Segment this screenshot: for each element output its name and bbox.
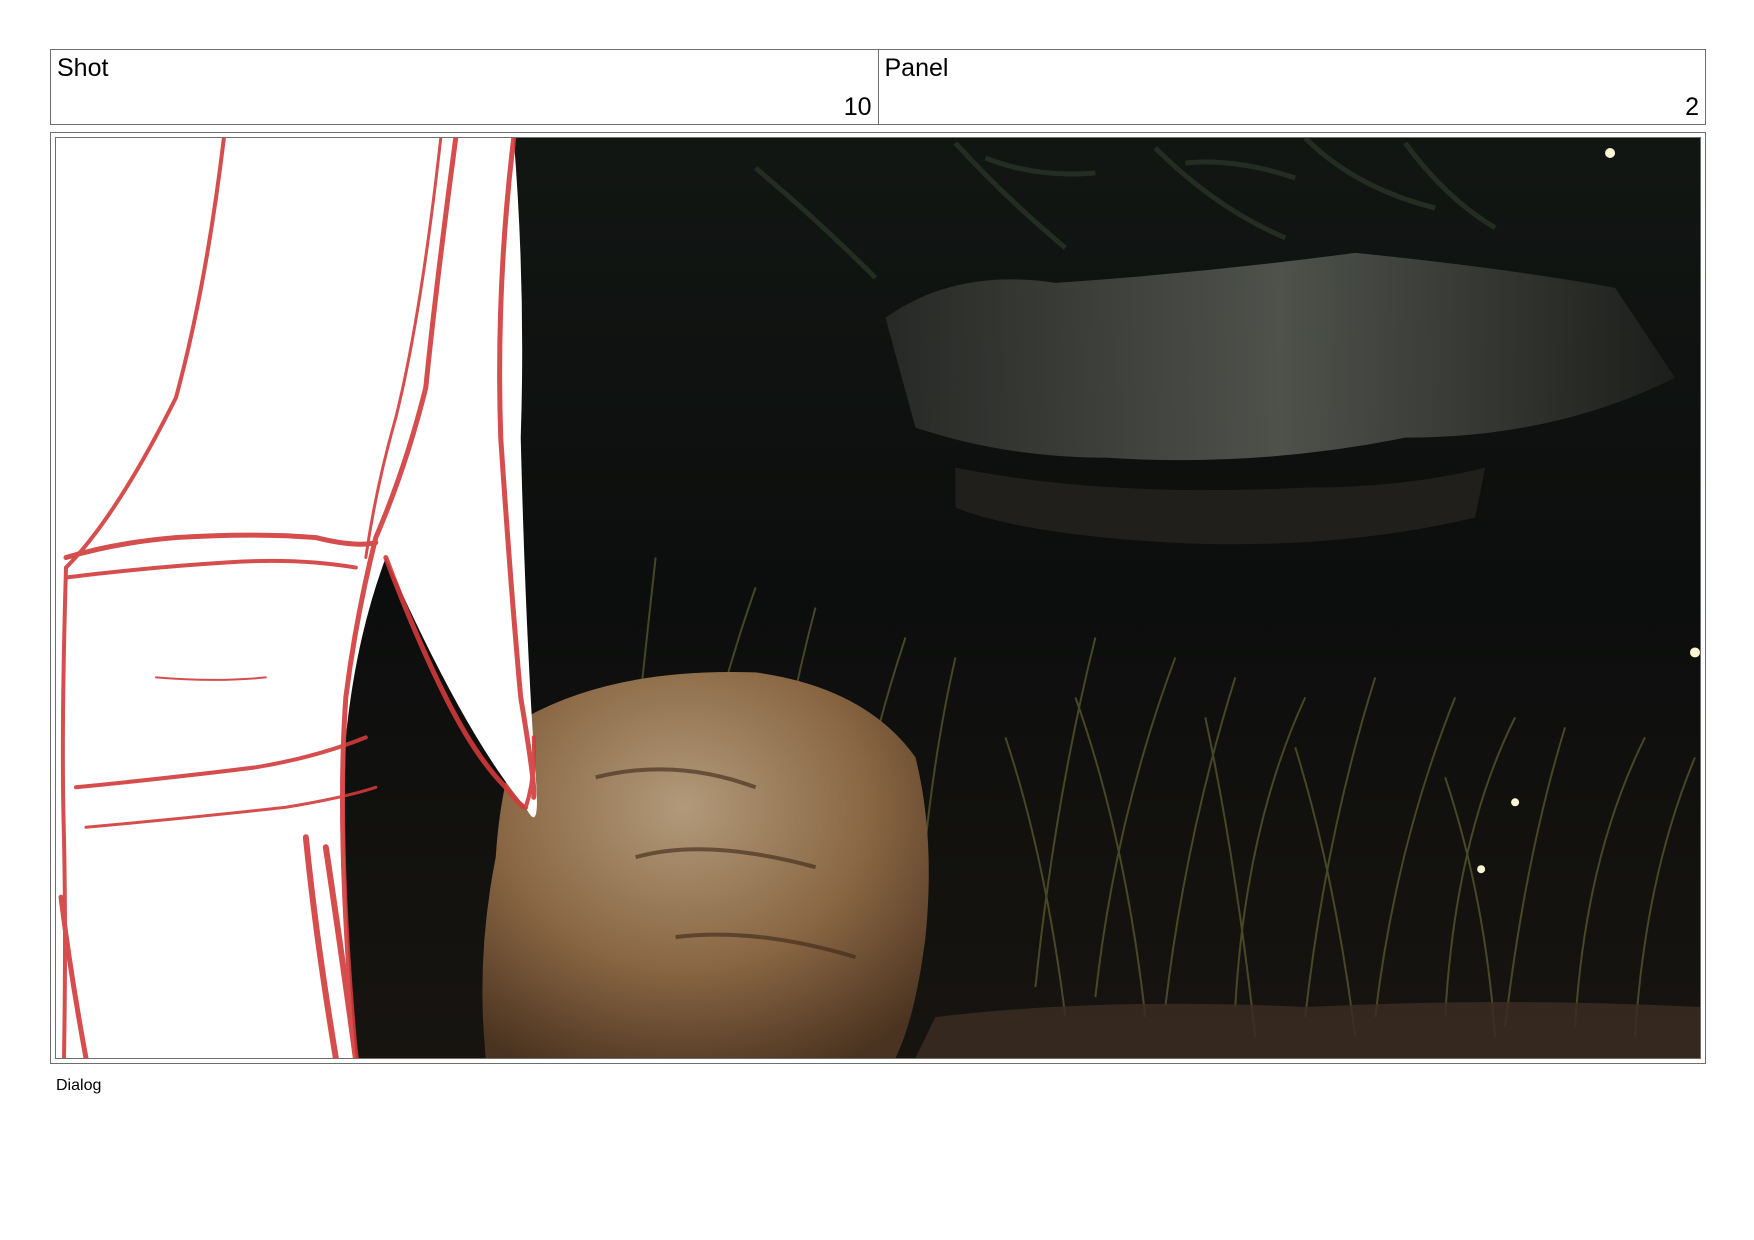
shot-number: 10 xyxy=(843,93,872,121)
fallen-leaves xyxy=(915,1002,1700,1058)
dialog-label: Dialog xyxy=(56,1077,102,1094)
panel-label: Panel xyxy=(884,54,949,82)
panel-number: 2 xyxy=(1685,93,1699,121)
panel-image xyxy=(55,137,1701,1059)
panel-header: Shot 10 Panel 2 xyxy=(50,49,1706,125)
boulder xyxy=(482,671,929,1058)
scene-illustration xyxy=(56,138,1700,1058)
panel-cell: Panel 2 xyxy=(877,50,1706,124)
storyboard-frame xyxy=(50,132,1706,1064)
shot-label: Shot xyxy=(57,54,109,82)
shot-cell: Shot 10 xyxy=(51,50,878,124)
